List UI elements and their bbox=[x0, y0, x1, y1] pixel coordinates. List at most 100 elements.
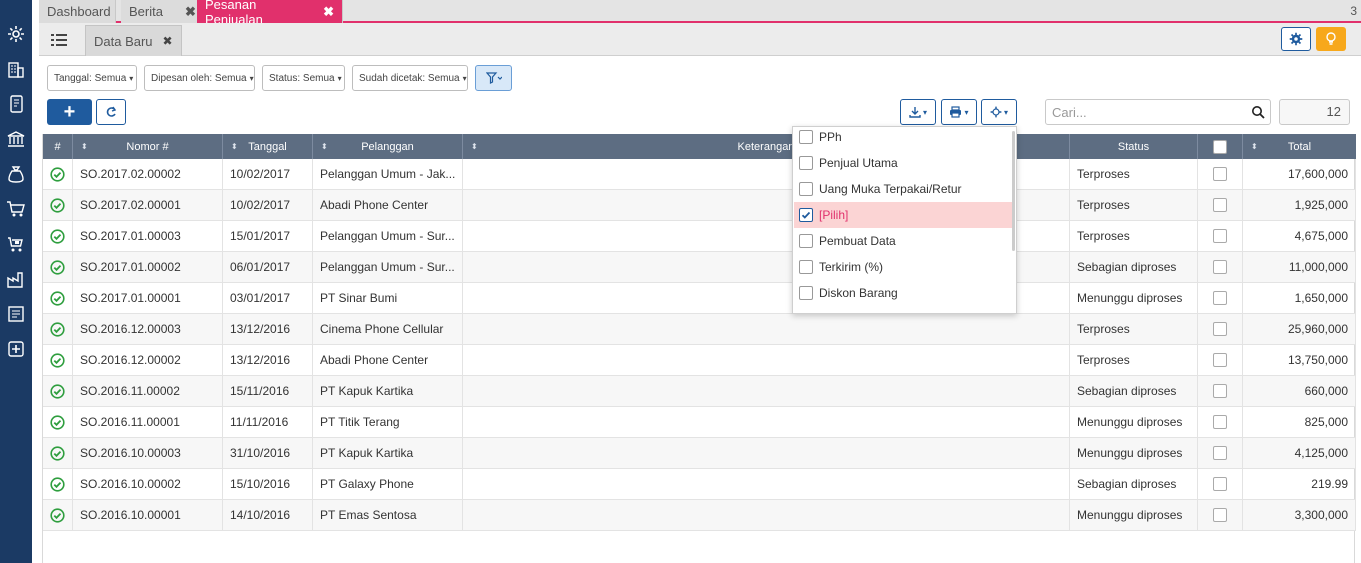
row-checkbox[interactable] bbox=[1213, 291, 1227, 305]
table-row[interactable]: SO.2016.12.00003 13/12/2016 Cinema Phone C… bbox=[43, 314, 1356, 345]
close-icon[interactable]: ✖ bbox=[323, 4, 334, 20]
column-option-label: Uang Muka Terpakai/Retur bbox=[819, 182, 962, 196]
filter-label: Status: Semua bbox=[269, 72, 335, 84]
cart-icon[interactable] bbox=[4, 197, 28, 221]
status-icon-cell bbox=[43, 221, 73, 251]
medical-icon[interactable] bbox=[4, 337, 28, 361]
status-icon-cell bbox=[43, 407, 73, 437]
table-row[interactable]: SO.2016.10.00001 14/10/2016 PT Emas Sentos… bbox=[43, 500, 1356, 531]
filter-dipesan[interactable]: Dipesan oleh: Semua ▾ bbox=[144, 65, 255, 91]
cell-tanggal: 13/12/2016 bbox=[223, 314, 313, 344]
table-row[interactable]: SO.2017.01.00002 06/01/2017 Pelanggan Umum… bbox=[43, 252, 1356, 283]
factory-icon[interactable] bbox=[4, 267, 28, 291]
cell-select bbox=[1198, 221, 1243, 251]
filter-tanggal[interactable]: Tanggal: Semua ▾ bbox=[47, 65, 137, 91]
table-row[interactable]: SO.2016.11.00001 11/11/2016 PT Titik Teran… bbox=[43, 407, 1356, 438]
column-option[interactable]: Diskon Barang bbox=[794, 280, 1014, 306]
col-header-total[interactable]: ⬍ Total bbox=[1243, 134, 1356, 159]
close-icon[interactable]: ✖ bbox=[163, 34, 173, 48]
row-checkbox[interactable] bbox=[1213, 260, 1227, 274]
column-option[interactable]: Penjual Utama bbox=[794, 150, 1014, 176]
table-row[interactable]: SO.2016.10.00003 31/10/2016 PT Kapuk Karti… bbox=[43, 438, 1356, 469]
table-row[interactable]: SO.2017.02.00002 10/02/2017 Pelanggan Umum… bbox=[43, 159, 1356, 190]
col-header-tanggal[interactable]: ⬍ Tanggal bbox=[223, 134, 313, 159]
table-row[interactable]: SO.2017.01.00003 15/01/2017 Pelanggan Umum… bbox=[43, 221, 1356, 252]
select-all-checkbox[interactable] bbox=[1213, 139, 1227, 154]
close-icon[interactable]: ✖ bbox=[185, 4, 196, 20]
cell-keterangan bbox=[463, 469, 1070, 499]
col-header-pelanggan[interactable]: ⬍ Pelanggan bbox=[313, 134, 463, 159]
filter-label: Dipesan oleh: Semua bbox=[151, 72, 247, 84]
add-button[interactable]: + bbox=[47, 99, 92, 125]
building-icon[interactable] bbox=[4, 57, 28, 81]
cell-pelanggan: Pelanggan Umum - Sur... bbox=[313, 252, 463, 282]
filter-status[interactable]: Status: Semua ▾ bbox=[262, 65, 345, 91]
row-checkbox[interactable] bbox=[1213, 322, 1227, 336]
row-checkbox[interactable] bbox=[1213, 508, 1227, 522]
row-checkbox[interactable] bbox=[1213, 384, 1227, 398]
grid-header: # ⬍ Nomor # ⬍ Tanggal ⬍ Pelanggan ⬍ Keterang… bbox=[43, 134, 1356, 159]
settings-button[interactable] bbox=[1281, 27, 1311, 51]
col-header-status[interactable]: Status bbox=[1070, 134, 1198, 159]
row-checkbox[interactable] bbox=[1213, 167, 1227, 181]
col-header-select-all[interactable] bbox=[1198, 134, 1243, 159]
cart-delivery-icon[interactable] bbox=[4, 232, 28, 256]
table-row[interactable]: SO.2016.12.00002 13/12/2016 Abadi Phone Ce… bbox=[43, 345, 1356, 376]
filter-label: Sudah dicetak: Semua bbox=[359, 72, 460, 84]
checkbox[interactable] bbox=[799, 130, 813, 144]
checkbox[interactable] bbox=[799, 286, 813, 300]
tab-data-baru[interactable]: Data Baru ✖ bbox=[85, 25, 182, 56]
tab-count[interactable]: 3 bbox=[1350, 0, 1357, 23]
checkbox[interactable] bbox=[799, 260, 813, 274]
column-option[interactable]: Terkirim (%) bbox=[794, 254, 1014, 280]
cell-tanggal: 31/10/2016 bbox=[223, 438, 313, 468]
cell-total: 825,000 bbox=[1243, 407, 1356, 437]
col-header-nomor[interactable]: ⬍ Nomor # bbox=[73, 134, 223, 159]
checkbox[interactable] bbox=[799, 208, 813, 222]
scrollbar[interactable] bbox=[1012, 131, 1015, 251]
tips-button[interactable] bbox=[1316, 27, 1346, 51]
tab-dashboard[interactable]: Dashboard bbox=[39, 0, 116, 23]
cell-nomor: SO.2016.11.00002 bbox=[73, 376, 223, 406]
filter-dicetak[interactable]: Sudah dicetak: Semua ▾ bbox=[352, 65, 468, 91]
refresh-button[interactable] bbox=[96, 99, 126, 125]
column-option[interactable]: PPh bbox=[794, 127, 1014, 150]
column-option[interactable]: [Pilih] bbox=[794, 202, 1014, 228]
list-view-button[interactable] bbox=[45, 28, 73, 52]
row-checkbox[interactable] bbox=[1213, 353, 1227, 367]
checkbox[interactable] bbox=[799, 182, 813, 196]
row-checkbox[interactable] bbox=[1213, 446, 1227, 460]
cell-total: 11,000,000 bbox=[1243, 252, 1356, 282]
table-row[interactable]: SO.2017.02.00001 10/02/2017 Abadi Phone Ce… bbox=[43, 190, 1356, 221]
filter-toggle-button[interactable] bbox=[475, 65, 512, 91]
moneybag-icon[interactable] bbox=[4, 162, 28, 186]
print-button[interactable]: ▾ bbox=[941, 99, 977, 125]
column-option-label: Penjual Utama bbox=[819, 156, 898, 170]
row-checkbox[interactable] bbox=[1213, 198, 1227, 212]
column-option[interactable]: Pembuat Data bbox=[794, 228, 1014, 254]
checkbox[interactable] bbox=[799, 234, 813, 248]
gear-icon[interactable] bbox=[4, 22, 28, 46]
row-checkbox[interactable] bbox=[1213, 477, 1227, 491]
cell-tanggal: 10/02/2017 bbox=[223, 159, 313, 189]
search-input[interactable] bbox=[1046, 100, 1236, 124]
cell-pelanggan: Pelanggan Umum - Sur... bbox=[313, 221, 463, 251]
row-checkbox[interactable] bbox=[1213, 229, 1227, 243]
table-row[interactable]: SO.2016.11.00002 15/11/2016 PT Kapuk Karti… bbox=[43, 376, 1356, 407]
mobile-icon[interactable] bbox=[4, 92, 28, 116]
checkbox[interactable] bbox=[799, 156, 813, 170]
row-checkbox[interactable] bbox=[1213, 415, 1227, 429]
table-row[interactable]: SO.2017.01.00001 03/01/2017 PT Sinar Bumi M… bbox=[43, 283, 1356, 314]
table-row[interactable]: SO.2016.10.00002 15/10/2016 PT Galaxy Phon… bbox=[43, 469, 1356, 500]
export-button[interactable]: ▾ bbox=[900, 99, 936, 125]
data-grid: # ⬍ Nomor # ⬍ Tanggal ⬍ Pelanggan ⬍ Keterang… bbox=[42, 134, 1356, 563]
tab-pesanan-penjualan[interactable]: Pesanan Penjualan ✖ bbox=[197, 0, 343, 27]
report-icon[interactable] bbox=[4, 302, 28, 326]
column-settings-button[interactable]: ▾ bbox=[981, 99, 1017, 125]
status-icon-cell bbox=[43, 500, 73, 530]
bank-icon[interactable] bbox=[4, 127, 28, 151]
column-option[interactable]: Uang Muka Terpakai/Retur bbox=[794, 176, 1014, 202]
status-icon-cell bbox=[43, 438, 73, 468]
cell-status: Terproses bbox=[1070, 221, 1198, 251]
cell-pelanggan: Abadi Phone Center bbox=[313, 190, 463, 220]
